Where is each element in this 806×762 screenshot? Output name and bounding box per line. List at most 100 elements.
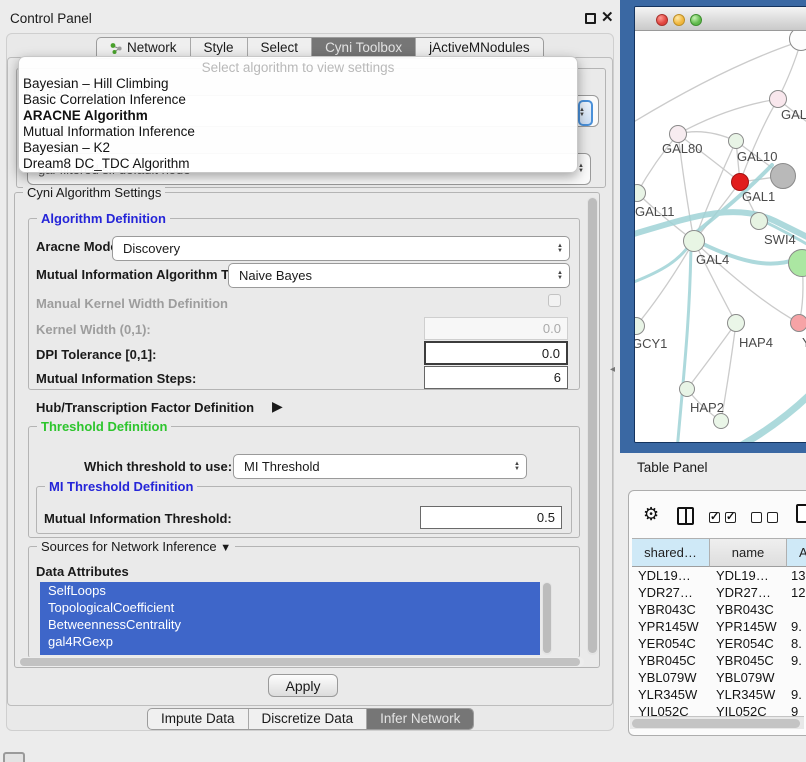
table-cell[interactable]: YDL19… [710,567,787,584]
tab-impute-data-label: Impute Data [161,709,235,729]
kernel-width-value: 0.0 [543,321,561,336]
table-cell[interactable]: YPR145W [710,618,787,635]
network-node[interactable] [769,90,787,108]
dpi-tolerance-value: 0.0 [542,346,560,361]
which-threshold-value: MI Threshold [244,459,320,474]
table-cell[interactable]: YBL079W [632,669,710,686]
node-label: GAL4 [696,252,729,267]
attribute-item[interactable]: BetweennessCentrality [40,616,540,633]
table-cell[interactable] [787,601,806,618]
minimize-window-icon[interactable] [673,14,685,26]
attribute-item[interactable]: SelfLoops [40,582,540,599]
table-cell[interactable]: YPR145W [632,618,710,635]
table-cell[interactable] [787,669,806,686]
network-node[interactable] [713,413,729,429]
tab-style[interactable]: Style [190,38,247,58]
network-canvas[interactable]: GAL GAL80 GAL10 GAL1 GAL11 SWI4 GAL4 GCY… [635,31,806,443]
popup-item-selected[interactable]: ARACNE Algorithm [23,108,573,124]
unchecked-checkbox-icon[interactable] [751,512,762,523]
checked-checkbox-icon[interactable] [725,512,736,523]
network-node[interactable] [770,163,796,189]
table-cell[interactable]: 9. [787,686,806,703]
mi-type-combo[interactable]: Naive Bayes [228,263,570,288]
table-horizontal-scrollbar[interactable] [630,716,804,729]
tab-impute-data[interactable]: Impute Data [148,709,248,729]
settings-horizontal-scrollbar[interactable] [18,657,584,667]
table-cell[interactable]: YLR345W [632,686,710,703]
table-cell[interactable]: YER054C [710,635,787,652]
node-label: HAP4 [739,335,773,350]
table-cell[interactable]: YBR043C [710,601,787,618]
network-node[interactable] [683,230,705,252]
network-node[interactable] [727,314,745,332]
unchecked-checkbox-icon[interactable] [767,512,778,523]
network-node[interactable] [750,212,768,230]
table-cell[interactable]: 12 [787,584,806,601]
tab-infer-network-label: Infer Network [380,709,460,729]
table-cell[interactable]: YBR045C [632,652,710,669]
hub-definition-label[interactable]: Hub/Transcription Factor Definition [36,400,254,415]
gear-icon[interactable]: ⚙ [643,504,659,525]
network-node[interactable] [679,381,695,397]
collapse-down-icon[interactable]: ▼ [220,542,231,554]
algorithm-combo-spinner[interactable] [578,100,593,126]
popup-item[interactable]: Basic Correlation Inference [23,92,573,108]
attribute-list-scrollbar[interactable] [542,582,552,655]
which-threshold-combo[interactable]: MI Threshold [233,454,527,479]
header-label: A [799,545,806,560]
popup-item[interactable]: Dream8 DC_TDC Algorithm [23,156,573,172]
zoom-window-icon[interactable] [690,14,702,26]
node-label: GAL80 [662,141,702,156]
network-node[interactable] [728,133,744,149]
tab-jactivemnodules[interactable]: jActiveMNodules [415,38,543,58]
mi-steps-input[interactable]: 6 [424,366,568,389]
network-window-titlebar[interactable] [635,7,806,31]
aracne-mode-combo[interactable]: Discovery [112,236,570,261]
network-node[interactable] [790,314,806,332]
column-header-shared-name[interactable]: shared… [632,538,710,567]
table-cell[interactable]: YBR043C [632,601,710,618]
dock-panel-icon[interactable] [3,752,25,762]
table-cell[interactable]: YDR27… [632,584,710,601]
attribute-item[interactable]: gal4RGexp [40,633,540,650]
table-cell[interactable]: 9. [787,618,806,635]
close-window-icon[interactable] [656,14,668,26]
expand-right-icon[interactable]: ▶ [272,398,283,415]
mi-threshold-definition-title: MI Threshold Definition [45,479,197,494]
spinner-icon [514,462,520,472]
checked-checkbox-icon[interactable] [709,512,720,523]
table-cell[interactable]: YBL079W [710,669,787,686]
table-cell[interactable]: YDL19… [632,567,710,584]
table-cell[interactable]: YLR345W [710,686,787,703]
float-panel-icon[interactable] [585,13,596,24]
table-cell[interactable]: YDR27… [710,584,787,601]
table-cell[interactable]: YBR045C [710,652,787,669]
settings-vertical-scrollbar[interactable] [587,197,598,655]
mi-threshold-input[interactable]: 0.5 [420,506,562,529]
column-header-partial[interactable]: A [787,538,806,567]
table-cell[interactable]: 9. [787,652,806,669]
popup-item[interactable]: Bayesian – K2 [23,140,573,156]
popup-item[interactable]: Bayesian – Hill Climbing [23,76,573,92]
close-icon[interactable]: ✕ [601,8,614,26]
manual-kernel-checkbox[interactable] [548,294,561,307]
panel-divider-handle[interactable]: ◂ [610,364,615,375]
table-cell[interactable]: 13 [787,567,806,584]
doc-icon[interactable] [796,504,806,523]
tab-select[interactable]: Select [247,38,312,58]
table-cell[interactable]: YER054C [632,635,710,652]
tab-cyni-toolbox[interactable]: Cyni Toolbox [311,38,415,58]
spinner-icon [578,164,584,174]
table-cell[interactable]: 8. [787,635,806,652]
dpi-tolerance-input[interactable]: 0.0 [424,341,568,365]
column-header-name[interactable]: name [710,538,787,567]
tab-network[interactable]: Network [97,38,190,58]
columns-icon[interactable] [677,507,694,525]
tab-infer-network[interactable]: Infer Network [366,709,473,729]
tab-discretize-data[interactable]: Discretize Data [248,709,367,729]
attribute-item[interactable]: TopologicalCoefficient [40,599,540,616]
popup-item[interactable]: Mutual Information Inference [23,124,573,140]
apply-button[interactable]: Apply [268,674,338,697]
tab-network-label: Network [127,38,177,58]
kernel-width-input[interactable]: 0.0 [424,317,568,340]
